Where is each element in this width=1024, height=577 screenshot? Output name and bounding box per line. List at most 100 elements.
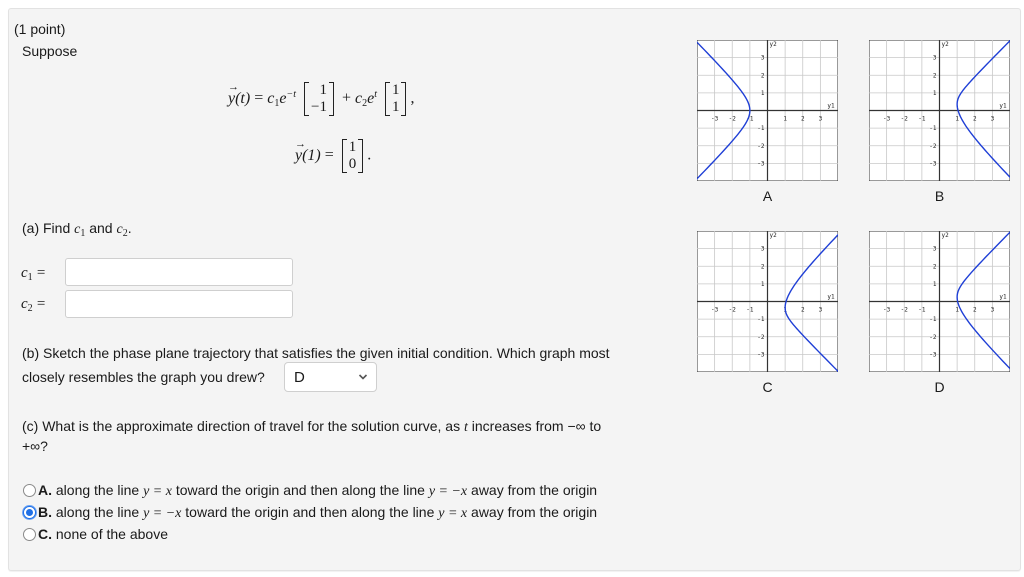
y-tick-label: -3: [757, 351, 765, 358]
option-a-label[interactable]: A. along the line y = x toward the origi…: [38, 481, 597, 501]
x-tick-label: 2: [973, 116, 977, 123]
y-tick-label: 3: [761, 55, 765, 62]
y-tick-label: 3: [761, 246, 765, 253]
phase-plot-c: -3 -2 -1 1 2 3321-1-2-3y1y2: [697, 231, 838, 372]
x-tick-label: -2: [901, 307, 909, 314]
x-tick-label: 3: [991, 116, 995, 123]
initial-condition: y(1) = 1 0 .: [295, 135, 372, 173]
comma: ,: [410, 89, 415, 107]
option-b-radio[interactable]: [23, 506, 36, 519]
graph-label-b: B: [934, 188, 945, 204]
eigenvector-2: 1 1: [384, 82, 407, 116]
x-tick-label: -1: [918, 307, 926, 314]
x-axis-label: y1: [999, 103, 1007, 110]
part-c-prompt-line2: +∞?: [22, 438, 48, 454]
y-tick-label: -2: [757, 334, 765, 341]
option-b-label[interactable]: B. along the line y = −x toward the orig…: [38, 503, 597, 523]
x-tick-label: 2: [801, 116, 805, 123]
phase-plot-d: -3 -2 -1 1 2 3 3 2 1 -1 -2 -3 y1 y2: [869, 231, 1010, 372]
x-tick-label: 3: [819, 116, 823, 123]
y-tick-label: 3: [933, 55, 937, 62]
part-b-prompt-line1: (b) Sketch the phase plane trajectory th…: [22, 345, 610, 361]
x-tick-label: 1: [955, 116, 959, 123]
graph-label-d: D: [934, 379, 945, 395]
period: .: [367, 146, 372, 164]
part-a-prompt: (a) Find c1 and c2.: [22, 220, 132, 239]
option-c-label[interactable]: C. none of the above: [38, 525, 168, 545]
option-c-radio[interactable]: [23, 528, 36, 541]
y-tick-label: 2: [933, 72, 937, 79]
c1-label: c1 =: [21, 265, 46, 283]
graph-label-a: A: [762, 188, 773, 204]
chevron-down-icon: [358, 374, 368, 380]
y-tick-label: -1: [929, 316, 937, 323]
vector-y-of-t: y(t): [228, 78, 250, 108]
equals-sign: =: [324, 146, 334, 164]
x-axis-label: y1: [999, 294, 1007, 301]
x-axis-label: y1: [827, 103, 835, 110]
y-axis-label: y2: [770, 232, 778, 239]
x-tick-label: -2: [729, 116, 737, 123]
y-tick-label: -3: [929, 351, 937, 358]
intro-text: Suppose: [22, 43, 78, 59]
y-tick-label: -3: [757, 160, 765, 167]
y-tick-label: 2: [761, 72, 765, 79]
y-tick-label: 1: [761, 90, 765, 97]
c1-input[interactable]: [65, 258, 293, 286]
y-tick-label: 3: [933, 246, 937, 253]
x-tick-label: 2: [973, 307, 977, 314]
option-a-radio[interactable]: [23, 484, 36, 497]
y-axis-label: y2: [942, 232, 950, 239]
x-axis-label: y1: [827, 294, 835, 301]
points-label: (1 point): [14, 21, 66, 37]
vec2-entry-1: 1: [391, 82, 400, 98]
vec1-entry-2: −1: [310, 99, 327, 115]
init-entry-2: 0: [348, 156, 357, 172]
vec2-entry-2: 1: [391, 99, 400, 115]
x-tick-label: 3: [819, 307, 823, 314]
x-tick-label: -3: [711, 116, 719, 123]
graph-select-value: D: [294, 369, 305, 386]
x-tick-label: 3: [991, 307, 995, 314]
y-tick-label: 2: [761, 263, 765, 270]
vector-y-of-1: y(1): [295, 135, 321, 165]
x-tick-label: -1: [746, 307, 754, 314]
c2-label: c2 =: [21, 296, 46, 314]
init-entry-1: 1: [348, 139, 357, 155]
exp-t: et: [367, 88, 377, 107]
y-tick-label: -1: [757, 125, 765, 132]
y-tick-label: -2: [757, 143, 765, 150]
c2-symbol: c2: [354, 89, 368, 109]
x-tick-label: -3: [883, 116, 891, 123]
x-tick-label: 2: [801, 307, 805, 314]
exp-neg-t: e−t: [279, 88, 296, 107]
equals-sign: =: [254, 89, 264, 107]
y-axis-label: y2: [942, 41, 950, 48]
x-tick-label: -2: [729, 307, 737, 314]
y-tick-label: 1: [933, 90, 937, 97]
part-c-prompt-line1: (c) What is the approximate direction of…: [22, 418, 602, 435]
part-b-prompt-line2: closely resembles the graph you drew?: [22, 369, 265, 385]
y-tick-label: -1: [757, 316, 765, 323]
initial-vector: 1 0: [341, 139, 364, 173]
c2-input[interactable]: [65, 290, 293, 318]
y-tick-label: 1: [761, 281, 765, 288]
plus-sign: +: [341, 89, 351, 107]
y-tick-label: 1: [933, 281, 937, 288]
x-tick-label: 1: [783, 116, 787, 123]
graph-select[interactable]: D: [284, 362, 377, 392]
vec1-entry-1: 1: [319, 82, 327, 98]
x-tick-label: -3: [711, 307, 719, 314]
x-tick-label: 1: [955, 307, 959, 314]
y-tick-label: 2: [933, 263, 937, 270]
graph-label-c: C: [762, 379, 773, 395]
y-tick-label: -3: [929, 160, 937, 167]
x-tick-label: -3: [883, 307, 891, 314]
y-axis-label: y2: [770, 41, 778, 48]
phase-plot-a: -3 -2 -1 1 2 3321-1-2-3y1y2: [697, 40, 838, 181]
y-tick-label: -2: [929, 334, 937, 341]
x-tick-label: -1: [918, 116, 926, 123]
y-tick-label: -1: [929, 125, 937, 132]
y-tick-label: -2: [929, 143, 937, 150]
x-tick-label: -2: [901, 116, 909, 123]
